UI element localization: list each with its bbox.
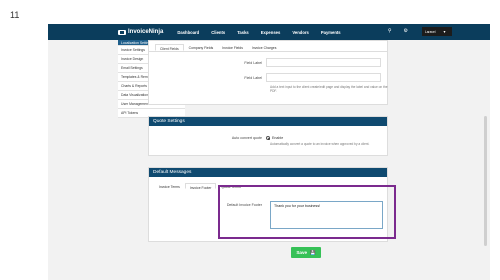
field-label-input-2[interactable] bbox=[266, 73, 381, 82]
field-label-2: Field Label bbox=[244, 75, 262, 80]
radio-icon bbox=[266, 136, 270, 140]
nav-clients[interactable]: Clients bbox=[211, 30, 225, 35]
tab-invoice-terms[interactable]: Invoice Terms bbox=[155, 183, 184, 189]
radio-enable-label: Enable bbox=[272, 136, 284, 140]
invoice-logo-icon bbox=[118, 29, 126, 35]
field-row-2: Field Label bbox=[200, 73, 381, 82]
brand-logo[interactable]: InvoiceNinja bbox=[118, 29, 163, 35]
custom-fields-tabs: Client Fields Company Fields Invoice Fie… bbox=[149, 41, 387, 52]
auto-convert-radio[interactable]: Enable bbox=[266, 136, 283, 140]
save-button[interactable]: Save 💾 bbox=[291, 247, 321, 258]
search-icon[interactable]: ⚲ bbox=[388, 28, 392, 34]
default-messages-title: Default Messages bbox=[149, 168, 387, 177]
nav-vendors[interactable]: Vendors bbox=[292, 30, 309, 35]
auto-convert-label: Auto convert quote bbox=[231, 136, 262, 140]
user-dropdown-label: Laravel bbox=[425, 29, 436, 34]
auto-convert-row: Auto convert quote Enable bbox=[200, 136, 283, 140]
nav-payments[interactable]: Payments bbox=[321, 30, 341, 35]
main-nav: Dashboard Clients Tasks Expenses Vendors… bbox=[177, 30, 352, 35]
top-icons: ⚲ ⚙ bbox=[388, 28, 420, 34]
floppy-disk-icon: 💾 bbox=[310, 249, 316, 255]
tab-invoice-footer[interactable]: Invoice Footer bbox=[184, 183, 217, 190]
field-row-1: Field Label bbox=[200, 58, 381, 67]
custom-field-help: Add a text input to the client create/ed… bbox=[270, 85, 388, 94]
gear-icon[interactable]: ⚙ bbox=[404, 28, 408, 34]
field-label-1: Field Label bbox=[244, 60, 262, 65]
tab-invoice-charges[interactable]: Invoice Charges bbox=[248, 44, 281, 51]
nav-dashboard[interactable]: Dashboard bbox=[177, 30, 199, 35]
top-navbar: InvoiceNinja Dashboard Clients Tasks Exp… bbox=[48, 24, 490, 40]
nav-tasks[interactable]: Tasks bbox=[237, 30, 249, 35]
scrollbar[interactable] bbox=[484, 116, 487, 246]
tab-company-fields[interactable]: Company Fields bbox=[185, 44, 218, 51]
quote-settings-title: Quote Settings bbox=[149, 117, 387, 126]
chevron-down-icon: ▾ bbox=[443, 29, 446, 34]
nav-expenses[interactable]: Expenses bbox=[261, 30, 281, 35]
brand-name: InvoiceNinja bbox=[128, 29, 164, 35]
highlight-box bbox=[218, 185, 396, 239]
tab-client-fields[interactable]: Client Fields bbox=[155, 44, 184, 51]
slide-number: 11 bbox=[10, 10, 20, 20]
save-button-label: Save bbox=[296, 250, 308, 255]
auto-convert-help: Automatically convert a quote to an invo… bbox=[270, 142, 370, 146]
tab-invoice-fields[interactable]: Invoice Fields bbox=[218, 44, 247, 51]
user-dropdown[interactable]: Laravel ▾ bbox=[422, 27, 452, 36]
field-label-input-1[interactable] bbox=[266, 58, 381, 67]
